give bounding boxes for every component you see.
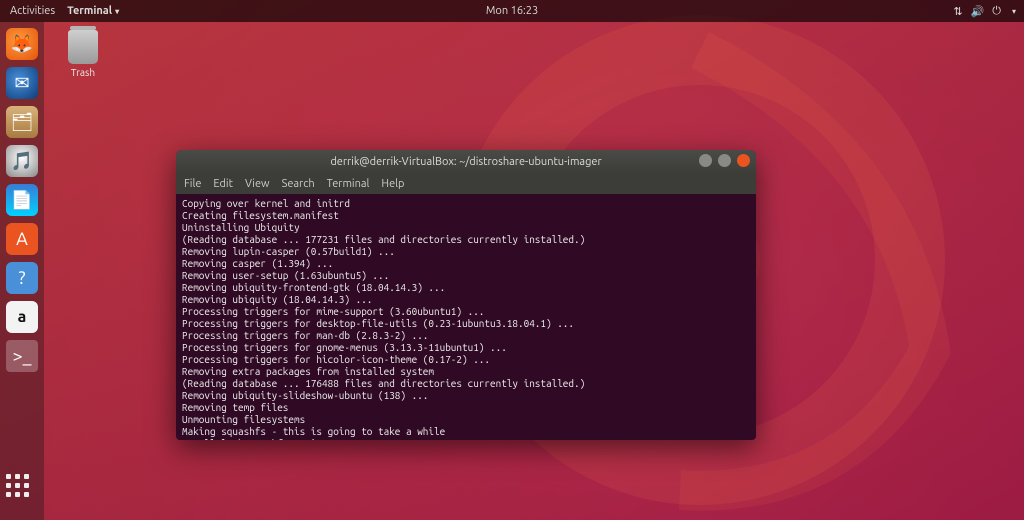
- trash-icon: [68, 30, 98, 64]
- thunderbird-icon[interactable]: ✉: [6, 67, 38, 99]
- power-icon[interactable]: ⏻: [992, 5, 1001, 18]
- help-icon[interactable]: ?: [6, 262, 38, 294]
- top-bar: Activities Terminal▾ Mon 16:23 ⇅ 🔊 ⏻ ▾: [0, 0, 1024, 22]
- rhythmbox-icon[interactable]: 🎵: [6, 145, 38, 177]
- window-maximize-button[interactable]: [718, 154, 731, 167]
- clock[interactable]: Mon 16:23: [0, 5, 1024, 17]
- terminal-title: derrik@derrik-VirtualBox: ~/distroshare-…: [330, 156, 601, 168]
- terminal-menubar: File Edit View Search Terminal Help: [176, 174, 756, 194]
- amazon-icon[interactable]: a: [6, 301, 38, 333]
- chevron-down-icon: ▾: [1012, 7, 1016, 16]
- software-icon[interactable]: A: [6, 223, 38, 255]
- show-applications-button[interactable]: [6, 474, 38, 506]
- menu-terminal[interactable]: Terminal: [327, 178, 370, 190]
- trash-label: Trash: [58, 67, 108, 78]
- trash-desktop-icon[interactable]: Trash: [58, 30, 108, 78]
- terminal-window: derrik@derrik-VirtualBox: ~/distroshare-…: [176, 150, 756, 440]
- window-minimize-button[interactable]: [699, 154, 712, 167]
- writer-icon[interactable]: 📄: [6, 184, 38, 216]
- menu-edit[interactable]: Edit: [213, 178, 233, 190]
- terminal-output[interactable]: Copying over kernel and initrd Creating …: [176, 194, 756, 440]
- dock: 🦊 ✉ 🗂 🎵 📄 A ? a >_: [0, 22, 44, 520]
- terminal-icon[interactable]: >_: [6, 340, 38, 372]
- terminal-text: Copying over kernel and initrd Creating …: [182, 198, 630, 440]
- menu-help[interactable]: Help: [381, 178, 404, 190]
- terminal-titlebar[interactable]: derrik@derrik-VirtualBox: ~/distroshare-…: [176, 150, 756, 174]
- window-close-button[interactable]: [737, 154, 750, 167]
- files-icon[interactable]: 🗂: [6, 106, 38, 138]
- menu-view[interactable]: View: [245, 178, 270, 190]
- network-icon[interactable]: ⇅: [953, 5, 962, 18]
- menu-file[interactable]: File: [184, 178, 201, 190]
- menu-search[interactable]: Search: [282, 178, 315, 190]
- volume-icon[interactable]: 🔊: [971, 5, 985, 18]
- firefox-icon[interactable]: 🦊: [6, 28, 38, 60]
